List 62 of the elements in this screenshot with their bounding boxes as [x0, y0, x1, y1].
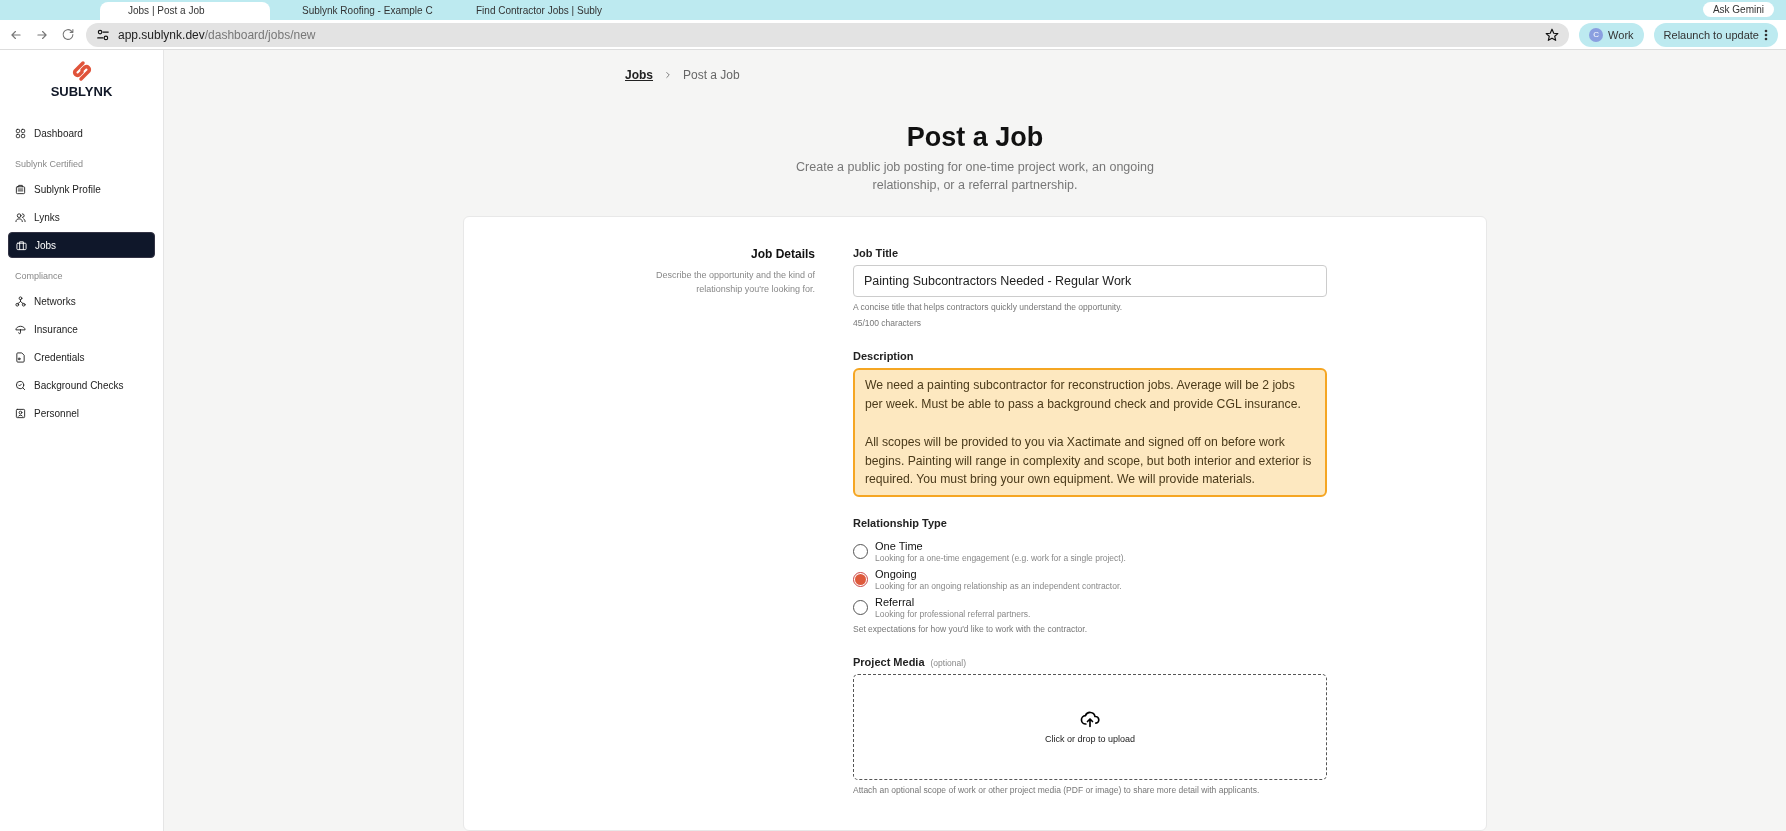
radio-button[interactable] — [853, 600, 868, 616]
ask-button[interactable]: Ask Gemini — [1702, 2, 1774, 17]
profile-button[interactable]: C Work — [1579, 22, 1644, 47]
briefcase-icon — [16, 239, 27, 251]
id-card-icon — [15, 183, 26, 195]
breadcrumb-current: Post a Job — [683, 68, 740, 82]
network-icon — [15, 295, 26, 307]
bookmark-star-icon — [1545, 27, 1560, 42]
option-description: Looking for an ongoing relationship as an independent contractor. — [875, 581, 1122, 592]
document-icon — [15, 351, 26, 363]
description-field[interactable]: We need a painting subcontractor for reconstruction jobs. Average will be 2 jobs per week. Must be able to pass a background check and provide CGL insurance. All scopes will be provided to you via Xactimate and signed off on before work begins. Painting will range in complexity and scope, but both interior and exterior is required. You must bring your own equipment. We will provide materials. — [853, 367, 1327, 498]
browser-tab[interactable]: Find Contractor Jobs | Subly — [448, 2, 618, 20]
browser-tab[interactable]: Sublynk Roofing - Example C — [274, 2, 444, 20]
umbrella-icon — [15, 323, 26, 335]
optional-tag: (optional) — [930, 657, 966, 668]
page-title: Post a Job — [906, 122, 1044, 153]
radio-button[interactable] — [853, 544, 868, 560]
job-title-field[interactable]: Painting Subcontractors Needed - Regular Work — [853, 265, 1327, 297]
sidebar-item[interactable]: Credentials — [8, 344, 155, 370]
section-description: Describe the opportunity and the kind of relationship you're looking for. — [654, 269, 815, 296]
field-hint: A concise title that helps contractors quickly understand the opportunity. — [853, 302, 1124, 314]
field-label: Relationship Type — [853, 517, 948, 530]
search-icon — [15, 379, 26, 391]
logo-text: SUBLYNK — [50, 84, 113, 99]
sidebar-item[interactable]: Dashboard — [8, 120, 155, 146]
field-label: Description — [853, 349, 915, 362]
breadcrumb-link[interactable]: Jobs — [625, 68, 653, 82]
relaunch-button[interactable]: Relaunch to update — [1653, 22, 1778, 47]
sidebar-item[interactable]: Insurance — [8, 316, 155, 342]
field-hint: Set expectations for how you'd like to work with the contractor. — [853, 624, 1089, 636]
person-badge-icon — [15, 407, 26, 419]
browser-tab[interactable]: Jobs | Post a Job — [100, 2, 270, 20]
field-label: Project Media — [853, 655, 925, 668]
section-title: Job Details — [750, 247, 815, 261]
users-icon — [15, 211, 26, 223]
radio-button[interactable] — [853, 572, 868, 588]
address-bar[interactable]: app.sublynk.dev/dashboard/jobs/new — [86, 22, 1570, 47]
chevron-icon — [663, 70, 673, 80]
option-label: Referral — [875, 596, 916, 609]
option-description: Looking for professional referral partners. — [875, 609, 1031, 620]
upload-dropzone[interactable]: Click or drop to upload — [853, 673, 1327, 780]
sidebar-item[interactable]: Lynks — [8, 204, 155, 230]
option-label: Ongoing — [875, 568, 918, 581]
field-hint: Attach an optional scope of work or other project media (PDF or image) to share more detail with applicants. — [853, 784, 1261, 797]
grid-icon — [15, 127, 26, 139]
character-count: 45/100 characters — [853, 318, 923, 330]
field-label: Job Title — [853, 247, 900, 259]
page-subtitle: Create a public job posting for one-time project work, an ongoing relationship, or a referral partnership. — [795, 159, 1155, 194]
cloud-upload-icon — [1080, 709, 1100, 730]
sidebar-item[interactable]: Background Checks — [8, 372, 155, 398]
option-description: Looking for a one-time engagement (e.g. work for a single project). — [875, 553, 1126, 564]
sidebar-item[interactable]: Sublynk Profile — [8, 176, 155, 202]
reload-icon — [60, 28, 76, 41]
url-text: app.sublynk.dev/dashboard/jobs/new — [118, 27, 316, 42]
option-label: One Time — [875, 540, 924, 553]
site-settings-icon — [96, 27, 110, 42]
sidebar-item[interactable]: Jobs — [8, 232, 155, 258]
section-heading: Sublynk Certified — [14, 158, 85, 171]
sidebar-item[interactable]: Personnel — [8, 400, 155, 426]
sidebar-item[interactable]: Networks — [8, 288, 155, 314]
more-icon — [1764, 28, 1768, 41]
section-heading: Compliance — [14, 270, 64, 283]
